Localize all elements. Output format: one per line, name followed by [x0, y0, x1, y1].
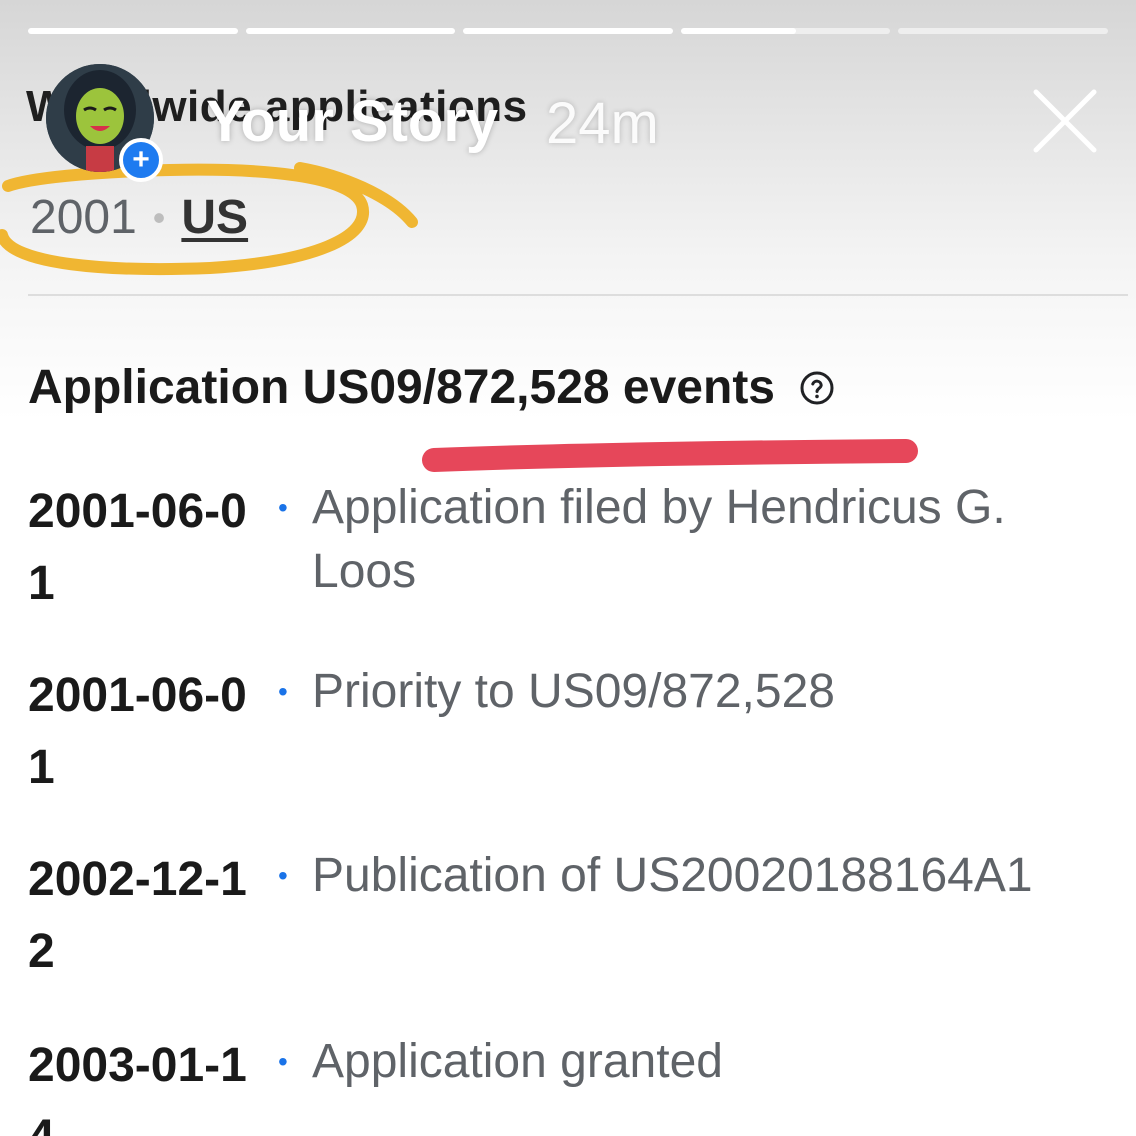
event-date: 2001-06-01 — [28, 669, 247, 794]
event-date: 2002-12-12 — [28, 853, 247, 978]
event-date: 2001-06-01 — [28, 485, 247, 610]
events-title-text: Application US09/872,528 events — [28, 361, 775, 414]
country-link[interactable]: US — [181, 190, 248, 245]
event-description: Application granted — [312, 1035, 723, 1088]
bullet-icon: • — [278, 676, 288, 707]
progress-segment — [463, 28, 673, 34]
bullet-icon: • — [278, 1046, 288, 1077]
bullet-icon: • — [278, 492, 288, 523]
underline-annotation — [422, 439, 918, 472]
events-heading: Application US09/872,528 events — [28, 360, 835, 415]
progress-segment — [680, 28, 891, 34]
application-meta: 2001 • US — [30, 190, 248, 245]
event-row: 2001-06-01 • Priority to US09/872,528 — [28, 660, 1118, 804]
separator-dot: • — [152, 196, 166, 238]
question-circle-icon[interactable] — [799, 370, 835, 406]
event-row: 2002-12-12 • Publication of US2002018816… — [28, 844, 1118, 988]
progress-segment — [898, 28, 1108, 34]
event-date: 2003-01-14 — [28, 1039, 247, 1136]
story-progress-bar — [28, 28, 1108, 34]
story-timestamp: 24m — [546, 91, 659, 156]
event-row: 2003-01-14 • Application granted — [28, 1030, 1118, 1136]
section-divider — [28, 294, 1128, 296]
event-description: Priority to US09/872,528 — [312, 665, 835, 718]
plus-icon[interactable]: + — [119, 138, 163, 182]
story-screen: Worldwide applications 2001 • US Applica… — [0, 0, 1136, 1136]
progress-segment — [28, 28, 238, 34]
application-year: 2001 — [30, 191, 137, 244]
event-description: Application filed by Hendricus G. Loos — [312, 481, 1006, 598]
bullet-icon: • — [278, 860, 288, 891]
close-icon[interactable] — [1030, 86, 1100, 156]
event-row: 2001-06-01 • Application filed by Hendri… — [28, 476, 1118, 620]
story-author-label: Your Story — [206, 89, 499, 154]
event-description: Publication of US20020188164A1 — [312, 849, 1033, 902]
progress-segment — [245, 28, 456, 34]
